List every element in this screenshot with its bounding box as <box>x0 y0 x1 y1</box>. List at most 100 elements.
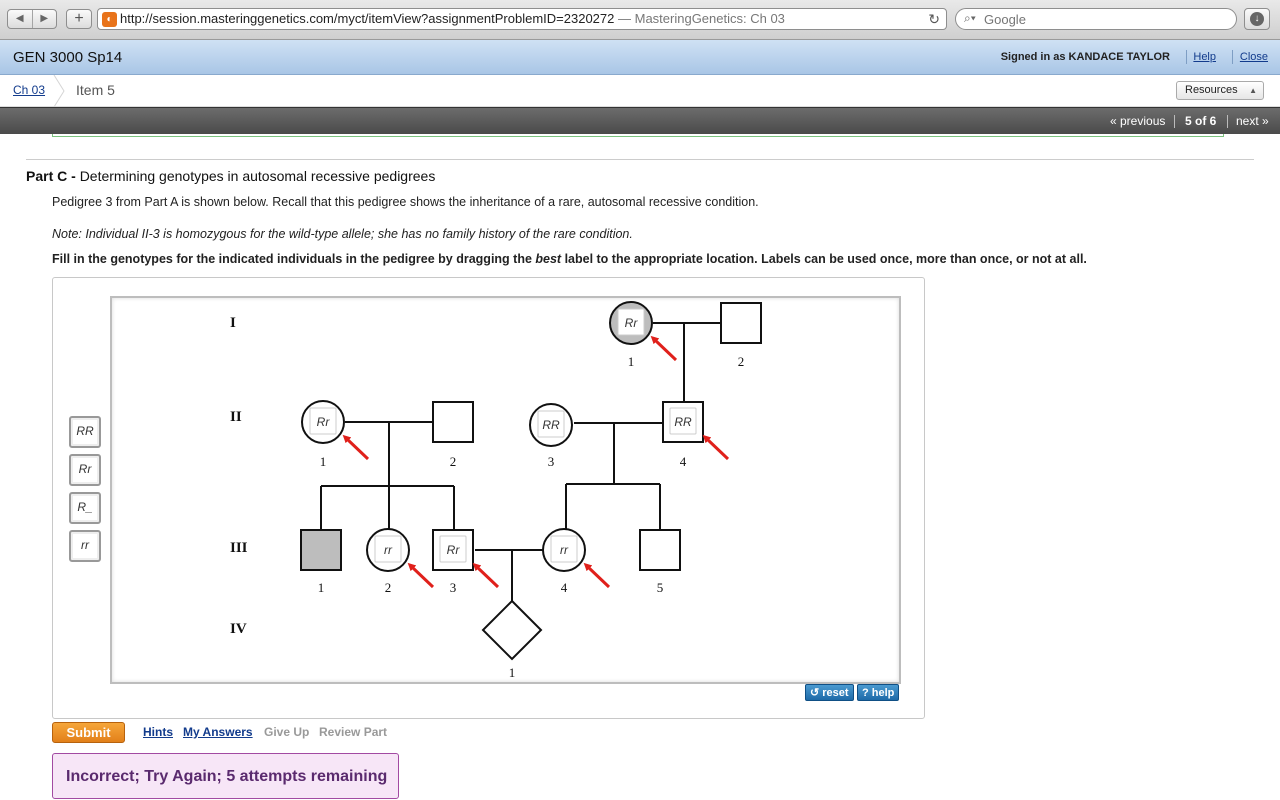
reset-icon: ↺ <box>810 687 820 699</box>
male-symbol <box>432 401 474 443</box>
question-note: Note: Individual II-3 is homozygous for … <box>52 227 633 241</box>
nav-divider <box>1227 115 1228 128</box>
previous-link[interactable]: « previous <box>1110 114 1165 128</box>
course-title: GEN 3000 Sp14 <box>13 49 123 66</box>
pointer-arrow-icon <box>702 434 730 461</box>
part-title: Part C - Determining genotypes in autoso… <box>26 168 435 184</box>
previous-part-box-edge <box>52 134 1224 137</box>
male-symbol <box>720 302 762 344</box>
item-counter: 5 of 6 <box>1185 114 1217 128</box>
generation-label-III: III <box>230 540 248 556</box>
header-divider <box>1232 50 1233 64</box>
individual-II-3: RR 3 <box>529 403 573 469</box>
genotype-label: rr <box>384 543 393 557</box>
breadcrumb-chapter-link[interactable]: Ch 03 <box>13 83 45 97</box>
individual-IV-1: 1 <box>481 599 543 680</box>
individual-III-2: rr 2 <box>366 528 410 595</box>
individual-III-5: 5 <box>639 529 681 595</box>
resources-dropdown[interactable]: Resources ▲ <box>1176 81 1264 100</box>
feedback-text: Incorrect; Try Again; 5 attempts remaini… <box>66 768 388 785</box>
unknown-sex-symbol <box>481 599 543 661</box>
genotype-label-R_[interactable]: R_ <box>69 492 101 524</box>
close-link[interactable]: Close <box>1240 51 1268 63</box>
search-icon: ⌕▾ <box>964 11 976 25</box>
updown-chevron-icon: ▲ <box>1249 86 1257 95</box>
history-nav: ◀ ▶ <box>7 9 57 29</box>
genotype-label-Rr[interactable]: Rr <box>69 454 101 486</box>
next-link[interactable]: next » <box>1236 114 1269 128</box>
individual-number: 3 <box>548 454 555 469</box>
url-text: http://session.masteringgenetics.com/myc… <box>120 9 785 29</box>
download-icon: ↓ <box>1250 12 1264 26</box>
pointer-arrow-icon <box>407 562 435 589</box>
pedigree-symbols: Rr 1 2 Rr 1 2 RR 3 RR 4 1 rr 2 Rr 3 rr 4 5 1 <box>300 301 762 680</box>
genotype-label: Rr <box>317 415 331 429</box>
individual-number: 2 <box>450 454 457 469</box>
search-input[interactable] <box>984 11 1224 27</box>
individual-I-1: Rr 1 <box>609 301 653 369</box>
part-label: Part C - <box>26 168 76 184</box>
generation-label-II: II <box>230 409 242 425</box>
pointer-arrow-icon <box>583 562 611 589</box>
generation-labels: IIIIIIIV <box>230 315 248 637</box>
add-bookmark-button[interactable]: + <box>66 9 92 29</box>
individual-II-1: Rr 1 <box>301 400 345 469</box>
help-link[interactable]: Help <box>1193 51 1216 63</box>
individual-number: 2 <box>738 354 745 369</box>
generation-label-I: I <box>230 315 236 331</box>
individual-number: 4 <box>680 454 687 469</box>
genotype-label-rr[interactable]: rr <box>69 530 101 562</box>
signed-in-text: Signed in as KANDACE TAYLOR <box>1000 51 1170 63</box>
review-part-link: Review Part <box>319 725 388 739</box>
reset-button[interactable]: ↺ reset <box>805 684 854 701</box>
back-arrow-icon[interactable]: ◀ <box>8 10 32 28</box>
url: http://session.masteringgenetics.com/myc… <box>120 11 615 26</box>
reset-label: reset <box>822 687 849 699</box>
downloads-button[interactable]: ↓ <box>1244 8 1270 30</box>
individual-II-4: RR 4 <box>662 401 704 469</box>
course-header: GEN 3000 Sp14 Signed in as KANDACE TAYLO… <box>0 40 1280 75</box>
generation-label-IV: IV <box>230 621 247 637</box>
individual-III-1: 1 <box>300 529 342 595</box>
individual-number: 4 <box>561 580 568 595</box>
page-title: — MasteringGenetics: Ch 03 <box>618 11 785 26</box>
instruction-part: Fill in the genotypes for the indicated … <box>52 252 536 266</box>
pedigree-diagram: IIIIIIIV Rr1 2Rr1 2RR3RR41rr2Rr3rr4 51 <box>230 301 762 680</box>
genotype-label: Rr <box>447 543 461 557</box>
genotype-label: RR <box>674 415 692 429</box>
question-text: Pedigree 3 from Part A is shown below. R… <box>52 195 759 209</box>
address-bar[interactable]: ◐ http://session.masteringgenetics.com/m… <box>97 8 947 30</box>
feedback-message: Incorrect; Try Again; 5 attempts remaini… <box>52 753 399 799</box>
search-box[interactable]: ⌕▾ <box>955 8 1237 30</box>
help-label: help <box>871 687 895 699</box>
pointer-arrow-icon <box>342 434 370 461</box>
genotype-label: RR <box>542 418 560 432</box>
individual-III-3: Rr 3 <box>432 529 474 595</box>
individual-number: 2 <box>385 580 392 595</box>
submit-button[interactable]: Submit <box>52 722 125 743</box>
individual-II-2: 2 <box>432 401 474 469</box>
pointer-arrow-icon <box>472 562 500 589</box>
individual-I-2: 2 <box>720 302 762 369</box>
genotype-label-RR[interactable]: RR <box>69 416 101 448</box>
individual-number: 5 <box>657 580 664 595</box>
instruction-emphasis: best <box>535 252 562 266</box>
individual-number: 1 <box>628 354 635 369</box>
hints-link[interactable]: Hints <box>143 725 173 739</box>
my-answers-link[interactable]: My Answers <box>183 725 253 739</box>
help-button[interactable]: ? help <box>857 684 900 701</box>
breadcrumb-separator-icon <box>53 75 65 107</box>
breadcrumb-item: Item 5 <box>76 82 115 98</box>
resources-label: Resources <box>1185 84 1238 96</box>
question-instruction: Fill in the genotypes for the indicated … <box>52 252 1087 266</box>
male-symbol <box>639 529 681 571</box>
site-favicon-icon: ◐ <box>102 12 117 27</box>
instruction-part: label to the appropriate location. Label… <box>561 252 1087 266</box>
male-symbol <box>300 529 342 571</box>
individual-III-4: rr 4 <box>542 528 586 595</box>
item-navigation-bar: « previous 5 of 6 next » <box>0 107 1280 134</box>
reload-icon[interactable]: ↻ <box>928 9 940 29</box>
forward-arrow-icon[interactable]: ▶ <box>31 10 57 28</box>
individual-number: 1 <box>509 665 516 680</box>
header-divider <box>1186 50 1187 64</box>
